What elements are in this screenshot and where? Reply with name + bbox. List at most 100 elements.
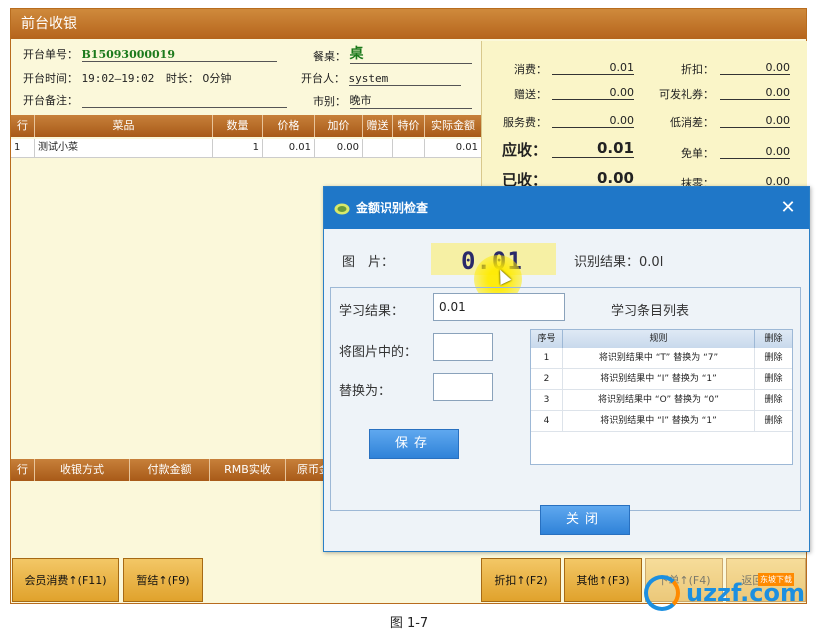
cell-qty: 1 — [213, 139, 263, 157]
gift-label: 赠送： — [514, 88, 547, 101]
replace-to-input[interactable] — [433, 373, 493, 401]
discount-value: 0.00 — [720, 61, 790, 75]
free-label: 免单： — [681, 147, 714, 160]
service-fee-label: 服务费： — [503, 116, 547, 129]
replace-from-input[interactable] — [433, 333, 493, 361]
col-gift[interactable]: 赠送 — [363, 115, 393, 137]
cell-gift — [363, 139, 393, 157]
cell-dish: 测试小菜 — [35, 139, 213, 157]
market-label: 市别： — [313, 95, 346, 108]
pay-col-row[interactable]: 行 — [11, 459, 35, 481]
cell-amount: 0.01 — [455, 142, 478, 153]
rule-text: 将识别结果中 “O” 替换为 “0” — [563, 390, 755, 410]
cell-price: 0.01 — [263, 139, 315, 157]
rule-delete-link[interactable]: 删除 — [755, 390, 792, 410]
pay-col-rmb[interactable]: RMB实收 — [210, 459, 286, 481]
image-label: 图 片： — [342, 255, 395, 270]
duration-value: 0分钟 — [202, 72, 232, 85]
market-value: 晚市 — [349, 92, 472, 109]
table-label: 餐桌： — [313, 50, 346, 63]
replace-to-label: 替换为： — [339, 384, 392, 399]
rule-delete-link[interactable]: 删除 — [755, 369, 792, 389]
rule-delete-link[interactable]: 删除 — [755, 411, 792, 431]
free-value: 0.00 — [720, 145, 790, 159]
table-row[interactable]: 4 将识别结果中 “l” 替换为 “1” 删除 — [531, 411, 792, 432]
note-row: 开台备注： — [23, 92, 287, 108]
amount-recognition-dialog: 金额识别检查 ✕ 图 片： 0.01 识别结果：0.0l 学习结果： 0.01 … — [323, 186, 810, 552]
recognition-result-value: 0.0l — [639, 255, 664, 270]
learn-result-label: 学习结果： — [339, 304, 405, 319]
open-time-value: 19:02—19:02 — [81, 72, 155, 85]
col-special[interactable]: 特价 — [393, 115, 425, 137]
amount-due-label: 应收： — [501, 141, 547, 159]
table-row[interactable]: 3 将识别结果中 “O” 替换为 “0” 删除 — [531, 390, 792, 411]
close-icon[interactable]: ✕ — [777, 197, 799, 219]
table-row[interactable]: 1 将识别结果中 “T” 替换为 “7” 删除 — [531, 348, 792, 369]
recognition-result: 识别结果：0.0l — [574, 251, 663, 270]
cell-row: 1 — [11, 139, 35, 157]
learn-result-input[interactable]: 0.01 — [433, 293, 565, 321]
rule-text: 将识别结果中 “I” 替换为 “1” — [563, 369, 755, 389]
rule-no: 4 — [531, 411, 563, 431]
dialog-title: 金额识别检查 — [324, 187, 809, 229]
rule-text: 将识别结果中 “l” 替换为 “1” — [563, 411, 755, 431]
opener-value: system — [348, 72, 461, 86]
rules-col-rule[interactable]: 规则 — [563, 330, 755, 348]
rules-col-delete[interactable]: 删除 — [755, 330, 792, 348]
cell-special — [393, 139, 425, 157]
replace-from-label: 将图片中的： — [339, 345, 418, 360]
opener-label: 开台人： — [301, 72, 345, 85]
open-time-label: 开台时间： — [23, 72, 78, 85]
other-button[interactable]: 其他↑(F3) — [564, 558, 642, 602]
consume-label: 消费： — [514, 63, 547, 76]
cell-extra: 0.00 — [315, 139, 363, 157]
rule-no: 2 — [531, 369, 563, 389]
table-value: 桌 — [349, 43, 472, 64]
market-row: 市别： 晚市 — [313, 92, 472, 109]
rules-col-no[interactable]: 序号 — [531, 330, 563, 348]
min-spend-diff-value: 0.00 — [720, 114, 790, 128]
rule-no: 3 — [531, 390, 563, 410]
dialog-title-text: 金额识别检查 — [356, 201, 429, 215]
col-extra[interactable]: 加价 — [315, 115, 363, 137]
col-dish[interactable]: 菜品 — [35, 115, 213, 137]
service-fee-value: 0.00 — [552, 114, 634, 128]
close-button[interactable]: 关闭 — [540, 505, 630, 535]
temp-settle-button[interactable]: 暂结↑(F9) — [123, 558, 203, 602]
window-title: 前台收银 — [11, 9, 806, 39]
min-spend-diff-label: 低消差： — [670, 116, 714, 129]
note-label: 开台备注： — [23, 94, 78, 107]
col-price[interactable]: 价格 — [263, 115, 315, 137]
col-row[interactable]: 行 — [11, 115, 35, 137]
pay-col-method[interactable]: 收银方式 — [35, 459, 130, 481]
table-row[interactable]: 1 测试小菜 1 0.01 0.00 0.01 — [11, 139, 481, 158]
bill-summary-panel: 消费： 0.01 折扣： 0.00 赠送： 0.00 可发礼券： 0.00 服务… — [481, 41, 807, 193]
payment-grid-header: 行 收银方式 付款金额 RMB实收 原币金 — [11, 459, 341, 481]
col-qty[interactable]: 数量 — [213, 115, 263, 137]
rule-text: 将识别结果中 “T” 替换为 “7” — [563, 348, 755, 368]
rule-delete-link[interactable]: 删除 — [755, 348, 792, 368]
site-watermark-logo: uzzf.com 东坡下载 — [640, 573, 810, 613]
coupon-label: 可发礼券： — [659, 88, 714, 101]
dish-grid-header: 行 菜品 数量 价格 加价 赠送 特价 实际金额 — [11, 115, 481, 137]
col-amount[interactable]: 实际金额 — [425, 115, 481, 137]
rule-no: 1 — [531, 348, 563, 368]
rules-table-header: 序号 规则 删除 — [531, 330, 792, 348]
consume-value: 0.01 — [552, 61, 634, 75]
member-consume-button[interactable]: 会员消费↑(F11) — [12, 558, 119, 602]
table-row[interactable]: 2 将识别结果中 “I” 替换为 “1” 删除 — [531, 369, 792, 390]
recognition-result-label: 识别结果： — [574, 255, 640, 270]
order-no-row: 开台单号： B15093000019 — [23, 46, 277, 62]
learn-list-title: 学习条目列表 — [611, 304, 690, 319]
table-row: 餐桌： 桌 — [313, 43, 472, 64]
save-button[interactable]: 保存 — [369, 429, 459, 459]
open-time-row: 开台时间： 19:02—19:02 时长： 0分钟 — [23, 70, 231, 86]
discount-label: 折扣： — [681, 63, 714, 76]
note-value[interactable] — [81, 94, 287, 108]
amount-due-value: 0.01 — [552, 139, 634, 158]
pay-col-amount[interactable]: 付款金额 — [130, 459, 210, 481]
watermark-sub: 东坡下载 — [758, 573, 794, 586]
discount-button[interactable]: 折扣↑(F2) — [481, 558, 561, 602]
order-no-value: B15093000019 — [81, 48, 277, 62]
figure-caption: 图 1-7 — [389, 616, 429, 631]
